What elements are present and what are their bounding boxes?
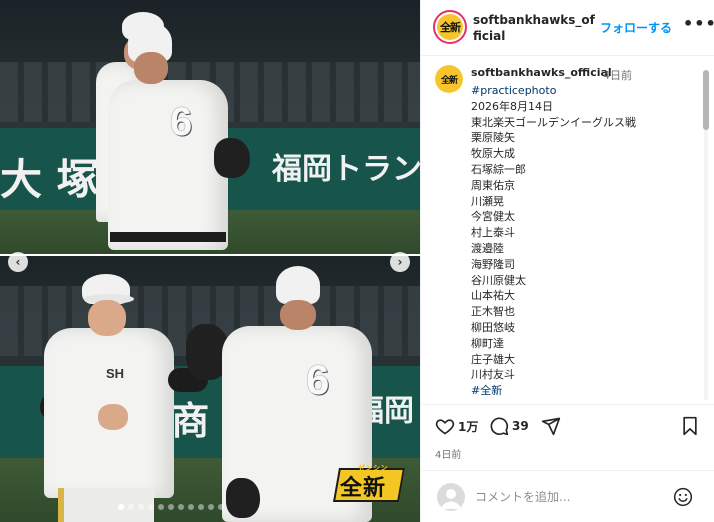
jersey-number: 6 (306, 356, 330, 403)
caption-hashtag-link[interactable]: #practicephoto (471, 83, 695, 99)
caption-line: 栗原陵矢 (471, 131, 515, 145)
post-actions: 1万 39 (421, 404, 714, 444)
carousel-dot (158, 504, 164, 510)
caption-line: 渡邉陸 (471, 241, 504, 255)
user-avatar-icon (437, 483, 465, 511)
bookmark-icon (683, 416, 697, 436)
baseball-glove (226, 478, 260, 518)
caption-line: 周東佑京 (471, 178, 515, 192)
caption-line: 川瀬晃 (471, 194, 504, 208)
carousel-prev-button[interactable]: ‹ (8, 252, 28, 272)
caption-line: 牧原大成 (471, 147, 515, 161)
caption-line: 今宮健太 (471, 210, 515, 224)
baseball-glove (214, 138, 250, 178)
profile-avatar[interactable]: 全新 (433, 10, 467, 44)
header-username[interactable]: softbankhawks_official (473, 12, 599, 44)
like-button[interactable]: 1万 (435, 416, 478, 436)
caption-line: 海野隆司 (471, 257, 515, 271)
comment-count: 39 (512, 419, 529, 433)
comment-bar (421, 470, 714, 522)
caption-hashtag-link[interactable]: #全新 (471, 383, 695, 399)
comment-input[interactable] (475, 487, 675, 507)
post-date: 4日前 (435, 450, 462, 461)
wall-ad-text-right: 福岡トラン (272, 152, 420, 187)
caption-line: 谷川原健太 (471, 273, 526, 287)
carousel-dot (118, 504, 124, 510)
jersey-number: 6 (170, 100, 193, 144)
carousel-dot (168, 504, 174, 510)
jersey-logo: SH (106, 366, 125, 381)
post-side-panel: 全新 softbankhawks_official フォローする ••• 全新 … (420, 0, 714, 522)
caption-line: 柳町達 (471, 336, 504, 350)
zenshin-watermark-logo: ゼンシン 全新 (333, 462, 405, 506)
wall-ad-text: 大 塚 (0, 155, 99, 204)
carousel-dot (188, 504, 194, 510)
comment-icon (490, 417, 509, 436)
caption-line: 石塚綜一郎 (471, 162, 526, 176)
caption-line: 川村友斗 (471, 368, 515, 382)
carousel-dot (138, 504, 144, 510)
share-icon (541, 417, 561, 436)
post-photo-carousel[interactable]: 大 塚 福岡トラン 6 大 商 福岡 (0, 0, 420, 522)
smiley-icon[interactable] (673, 487, 693, 511)
caption-line: 村上泰斗 (471, 226, 515, 240)
like-count: 1万 (458, 419, 479, 434)
carousel-dot (218, 504, 224, 510)
carousel-dot (208, 504, 214, 510)
more-options-icon[interactable]: ••• (683, 14, 714, 33)
caption-line: 正木智也 (471, 305, 515, 319)
carousel-dot (148, 504, 154, 510)
chevron-left-icon: ‹ (15, 255, 21, 269)
carousel-dot (178, 504, 184, 510)
caption-line: 東北楽天ゴールデンイーグルス戦 (471, 115, 636, 129)
caption-line: 2026年8月14日 (471, 99, 553, 113)
caption-username[interactable]: softbankhawks_official (471, 66, 612, 79)
caption-text: #practicephoto 2026年8月14日東北楽天ゴールデンイーグルス戦栗… (471, 83, 695, 399)
carousel-dot (128, 504, 134, 510)
photo-top-shot: 大 塚 福岡トラン 6 (0, 0, 420, 254)
caption-line: 山本祐大 (471, 289, 515, 303)
caption-scrollbar[interactable] (703, 70, 709, 400)
follow-button[interactable]: フォローする (600, 19, 672, 36)
post-caption: 全新 softbankhawks_official 4日前 #practicep… (421, 56, 714, 400)
caption-avatar[interactable]: 全新 (435, 65, 463, 93)
heart-icon (435, 419, 455, 435)
post-header: 全新 softbankhawks_official フォローする ••• (421, 0, 714, 56)
caption-timestamp: 4日前 (603, 69, 632, 82)
comment-button[interactable]: 39 (489, 416, 529, 436)
carousel-next-button[interactable]: › (390, 252, 410, 272)
save-button[interactable] (681, 416, 699, 436)
carousel-indicator (118, 504, 224, 510)
share-button[interactable] (541, 416, 561, 436)
caption-line: 庄子雄大 (471, 352, 515, 366)
chevron-right-icon: › (397, 255, 403, 269)
carousel-dot (198, 504, 204, 510)
caption-line: 柳田悠岐 (471, 320, 515, 334)
